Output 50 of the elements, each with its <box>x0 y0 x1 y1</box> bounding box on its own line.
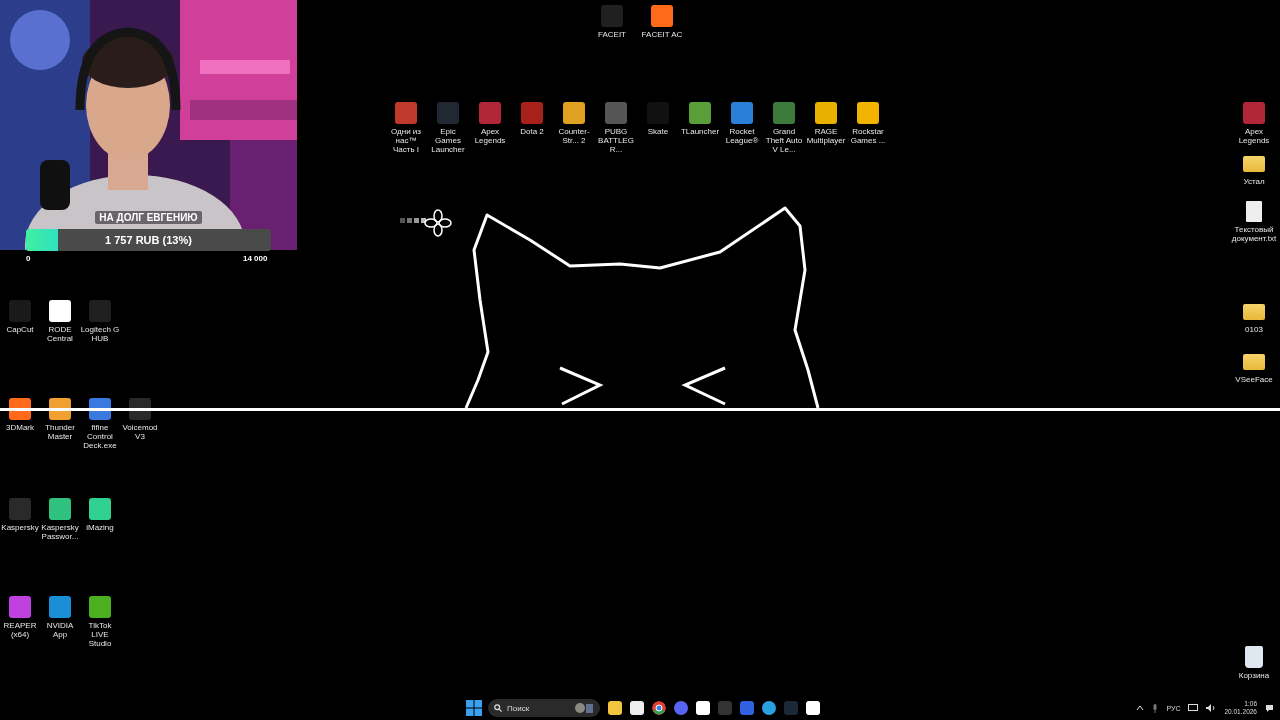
icon-label: RAGE Multiplayer <box>805 127 847 146</box>
search-icon <box>494 704 502 712</box>
icon-label: Устал <box>1243 176 1265 186</box>
windows-start-icon[interactable] <box>466 700 482 716</box>
icon-label: Grand Theft Auto V Le... <box>764 127 804 155</box>
icon-label: Rocket League® <box>724 127 760 146</box>
goal-amount: 1 757 RUB (13%) <box>105 234 192 246</box>
browser-icon[interactable] <box>652 701 666 715</box>
icon-label: REAPER (x64) <box>2 621 38 640</box>
icon-label: Kaspersky <box>1 523 39 533</box>
icon-label: Dota 2 <box>520 127 544 137</box>
icon-label: PUBG BATTLEGR... <box>597 127 635 155</box>
search-field[interactable]: Поиск <box>488 699 600 717</box>
notification-icon[interactable] <box>1265 703 1274 713</box>
icon-label: Voicemod V3 <box>121 423 159 442</box>
icon-label: TikTok LIVE Studio <box>87 621 113 649</box>
icon-label: Корзина <box>1238 671 1270 681</box>
icon-label: TLauncher <box>680 127 720 137</box>
icon-label: Kaspersky Passwor... <box>40 523 80 542</box>
icon-label: CapCut <box>6 325 34 335</box>
icon-label: NVIDIA App <box>45 621 75 640</box>
icon-label: 0103 <box>1245 325 1263 335</box>
icon-label: Epic Games Launcher <box>430 127 466 155</box>
icon-label: Rockstar Games ... <box>849 127 887 146</box>
icon-label: Apex Legends <box>473 127 507 146</box>
microphone-icon[interactable] <box>1152 703 1159 713</box>
icon-label: VSeeFace <box>1235 374 1273 384</box>
goal-title: НА ДОЛГ ЕВГЕНИЮ <box>95 211 202 224</box>
icon-label: Logitech G HUB <box>80 325 120 344</box>
icon-label: FACEIT AC <box>641 30 683 40</box>
icon-label: Одни из нас™ Часть I <box>390 127 422 155</box>
folder-icon[interactable] <box>1243 353 1265 370</box>
chevron-up-icon[interactable] <box>1136 705 1145 711</box>
goal-max: 14 000 <box>243 254 268 263</box>
icon-label: Skate <box>647 127 669 137</box>
icon-label: RODE Central <box>46 325 74 344</box>
icon-label: iMazing <box>86 523 114 533</box>
flower-icon <box>398 208 452 238</box>
folder-icon[interactable] <box>1243 155 1265 172</box>
icon-label: Текстовый документ.txt <box>1230 225 1278 244</box>
icon-label: Apex Legends <box>1237 127 1271 146</box>
icon-label: fifine Control Deck.exe <box>82 423 118 451</box>
goal-min: 0 <box>26 254 31 263</box>
recycle-bin-icon[interactable] <box>1245 646 1263 668</box>
speaker-icon[interactable] <box>1206 704 1217 712</box>
monitor-icon[interactable] <box>1188 704 1199 712</box>
icon-label: Thunder Master <box>44 423 76 442</box>
icon-label: Counter-Str... 2 <box>557 127 591 146</box>
icon-label: 3DMark <box>6 423 34 433</box>
icon-label: FACEIT <box>598 30 626 40</box>
